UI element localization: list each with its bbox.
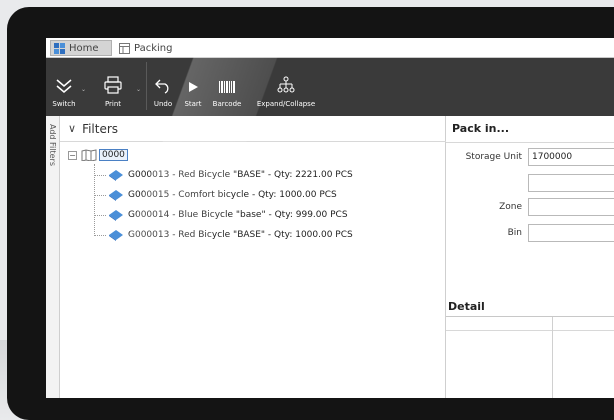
storage-unit-description-field[interactable] [528,174,614,192]
app-screen: Home Packing Switch ⌄ Print ⌄ Undo Start… [46,38,614,398]
stage: Home Packing Switch ⌄ Print ⌄ Undo Start… [0,0,614,420]
filters-title: Filters [82,121,119,136]
filters-header[interactable]: ∨ Filters [60,116,446,142]
tree-item-label: G000015 - Comfort bicycle - Qty: 1000.00… [128,190,337,200]
play-icon [189,82,198,92]
start-button[interactable]: Start [180,58,206,116]
storage-unit-field[interactable]: 1700000 [528,148,614,166]
add-filters-label: Add Filters [48,124,57,167]
tab-bar: Home Packing [46,38,614,58]
tree-item[interactable]: G000013 - Red Bicycle "BASE" - Qty: 2221… [94,168,353,182]
product-box-icon [109,170,123,181]
ribbon-toolbar: Switch ⌄ Print ⌄ Undo Start Barcode Expa… [46,58,614,116]
pack-title: Pack in... [452,122,509,135]
switch-button[interactable]: Switch [50,58,78,116]
tree-item-label: G000014 - Blue Bicycle "base" - Qty: 999… [128,210,348,220]
tab-packing-label: Packing [134,42,173,54]
detail-grid-column-divider [552,317,553,398]
tab-packing[interactable]: Packing [116,40,186,56]
zone-label: Zone [499,202,522,212]
tab-home[interactable]: Home [50,40,112,56]
barcode-label: Barcode [212,100,242,108]
detail-title: Detail [448,300,485,313]
tab-home-label: Home [69,42,99,54]
tree-root[interactable]: − 0000 [68,148,128,162]
packing-table-icon [119,42,130,54]
collapse-icon[interactable]: − [68,150,77,160]
pack-pane: Pack in... Storage Unit 1700000 Zone Bin… [446,116,614,398]
print-label: Print [104,100,122,108]
ribbon-separator [146,62,147,110]
switch-dropdown-icon[interactable]: ⌄ [81,86,86,93]
divider [446,142,614,143]
printer-icon [104,76,122,94]
print-dropdown-icon[interactable]: ⌄ [136,86,141,93]
tree-item[interactable]: G000015 - Comfort bicycle - Qty: 1000.00… [94,188,337,202]
start-label: Start [184,100,202,108]
expand-collapse-button[interactable]: Expand/Collapse [248,58,324,116]
undo-label: Undo [153,100,173,108]
detail-grid[interactable] [446,316,614,398]
zone-field[interactable] [528,198,614,216]
storage-unit-label: Storage Unit [465,152,522,162]
tree-item[interactable]: G000013 - Red Bicycle "BASE" - Qty: 1000… [94,228,353,242]
home-grid-icon [54,42,65,54]
chevron-down-icon: ∨ [68,122,77,135]
undo-arrow-icon [155,79,169,94]
double-chevron-down-icon [56,79,72,93]
product-box-icon [109,230,123,241]
hierarchy-icon [277,76,295,93]
product-box-icon [109,210,123,221]
warehouse-map-icon [81,149,97,161]
product-box-icon [109,190,123,201]
add-filters-panel-toggle[interactable]: Add Filters [46,116,60,398]
undo-button[interactable]: Undo [150,58,176,116]
tree-item[interactable]: G000014 - Blue Bicycle "base" - Qty: 999… [94,208,348,222]
bin-label: Bin [507,228,522,238]
tree-item-label: G000013 - Red Bicycle "BASE" - Qty: 2221… [128,170,353,180]
tree-root-label: 0000 [99,149,128,161]
expand-collapse-label: Expand/Collapse [256,100,316,108]
print-button[interactable]: Print [94,58,132,116]
bin-field[interactable] [528,224,614,242]
switch-label: Switch [52,100,76,108]
barcode-button[interactable]: Barcode [210,58,244,116]
tree-item-label: G000013 - Red Bicycle "BASE" - Qty: 1000… [128,230,353,240]
filters-pane: ∨ Filters − 0000 G000013 - Red Bicycle "… [60,116,446,398]
detail-grid-header [446,317,614,331]
barcode-icon [219,81,235,93]
